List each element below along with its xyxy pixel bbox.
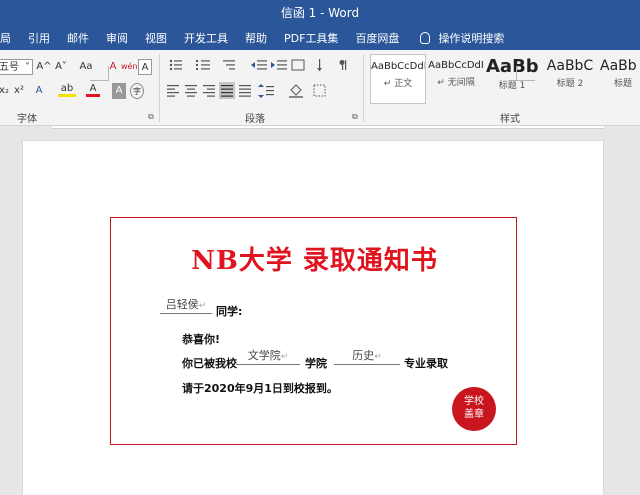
college-suffix: 学院 [305, 357, 327, 370]
character-shading-label: A [115, 85, 123, 96]
menu-review[interactable]: 审阅 [106, 30, 128, 46]
menu-view[interactable]: 视图 [145, 30, 167, 46]
font-color-label: A [89, 83, 97, 94]
enclose-characters-label: 字 [133, 87, 141, 96]
tell-me-search[interactable]: 操作说明搜索 [438, 30, 504, 46]
style-name: ↵ 正文 [383, 79, 413, 89]
superscript-button[interactable]: x² [12, 83, 26, 99]
report-date-line: 请于2020年9月1日到校报到。 [182, 382, 338, 395]
menu-pdf-tools[interactable]: PDF工具集 [284, 30, 338, 46]
styles-group-label: 样式 [500, 114, 520, 125]
major-value: 历史 [352, 349, 375, 362]
style-name: ↵ 无间隔 [437, 78, 475, 88]
greeting-suffix: 同学: [216, 305, 243, 318]
align-left-icon[interactable] [167, 85, 179, 97]
borders-icon[interactable] [313, 84, 326, 97]
menu-help[interactable]: 帮助 [245, 30, 267, 46]
major-field[interactable]: 历史↵ [334, 349, 400, 365]
college-value: 文学院 [247, 349, 281, 362]
align-center-icon[interactable] [185, 85, 197, 97]
character-border-label: A [141, 62, 149, 73]
paragraph-group-label: 段落 [245, 114, 265, 125]
character-shading-button[interactable]: A [112, 83, 126, 99]
notice-title: NB大学 录取通知书 [191, 246, 438, 276]
show-marks-icon[interactable] [339, 60, 347, 70]
subscript-label: x₂ [0, 85, 9, 96]
style-normal[interactable]: AaBbCcDdI ↵ 正文 [370, 54, 426, 104]
increase-indent-icon[interactable] [271, 60, 287, 70]
paragraph-mark: ↵ [280, 352, 289, 362]
multilevel-list-icon[interactable] [223, 60, 235, 70]
numbering-icon[interactable] [196, 60, 210, 70]
grow-font-button[interactable]: A^ [36, 59, 52, 75]
menu-bar: 局 引用 邮件 审阅 视图 开发工具 帮助 PDF工具集 百度网盘 操作说明搜索 [0, 26, 640, 50]
font-size-dropdown[interactable]: 五号 ˅ [0, 59, 33, 75]
phonetic-guide-button[interactable]: wén [121, 59, 138, 75]
highlight-color-button[interactable]: ab [58, 81, 76, 97]
paragraph-tools [167, 59, 347, 99]
text-effects-label: A [35, 85, 43, 96]
font-color-button[interactable]: A [86, 81, 100, 97]
shrink-font-button[interactable]: A˅ [53, 59, 69, 75]
student-name-value: 吕轻侯 [165, 298, 199, 311]
title-bar: 信函 1 - Word [0, 0, 640, 26]
lightbulb-icon [420, 32, 431, 44]
college-field[interactable]: 文学院↵ [236, 349, 300, 365]
text-effects-button[interactable]: A [32, 83, 46, 99]
menu-developer[interactable]: 开发工具 [184, 30, 228, 46]
style-name: 标题 [614, 79, 633, 89]
paragraph-mark: ↵ [198, 301, 207, 311]
chinese-layout-icon[interactable] [291, 59, 305, 71]
ribbon-separator [363, 54, 364, 122]
subscript-button[interactable]: x₂ [0, 83, 10, 99]
superscript-label: x² [14, 85, 24, 96]
chevron-down-icon: ˅ [25, 62, 30, 73]
bullets-icon[interactable] [169, 59, 182, 71]
phonetic-guide-label: wén [121, 62, 138, 71]
paragraph-dialog-launcher-icon[interactable]: ⧉ [352, 112, 358, 122]
distributed-icon[interactable] [239, 85, 251, 97]
shading-icon[interactable] [289, 84, 303, 98]
highlight-color-label: ab [60, 83, 74, 94]
menu-baidu-netdisk[interactable]: 百度网盘 [355, 30, 399, 46]
page-corner-mark [516, 66, 535, 81]
style-title[interactable]: AaBb 标题 [600, 54, 640, 104]
seal-line-1: 学校 [464, 396, 484, 407]
align-right-icon[interactable] [203, 85, 215, 97]
style-no-spacing[interactable]: AaBbCcDdI ↵ 无间隔 [428, 54, 484, 104]
seal-line-2: 盖章 [464, 409, 484, 420]
shrink-font-label: A˅ [55, 61, 67, 72]
character-border-button[interactable]: A [138, 59, 152, 75]
school-seal: 学校 盖章 [452, 387, 496, 431]
style-sample: AaBbCcDdI [428, 60, 484, 71]
page-corner-mark [90, 66, 109, 81]
menu-references[interactable]: 引用 [28, 30, 50, 46]
menu-mailings[interactable]: 邮件 [67, 30, 89, 46]
admit-prefix: 你已被我校 [182, 357, 237, 370]
clear-formatting-label: A [109, 61, 117, 72]
decrease-indent-icon[interactable] [251, 60, 267, 70]
style-name: 标题 2 [556, 79, 584, 89]
style-sample: AaBbCcDdI [371, 61, 425, 72]
style-heading-2[interactable]: AaBbC 标题 2 [542, 54, 598, 104]
ribbon-separator [159, 54, 160, 122]
previous-page-edge [52, 126, 604, 129]
congrats-line: 恭喜你! [182, 333, 221, 346]
enclose-characters-button[interactable]: 字 [130, 83, 144, 99]
font-group-label: 字体 [17, 114, 37, 125]
style-sample: AaBb [600, 58, 637, 74]
major-suffix: 专业录取 [404, 357, 448, 370]
paragraph-mark: ↵ [374, 352, 382, 362]
line-spacing-icon[interactable] [258, 84, 274, 98]
grow-font-label: A^ [36, 61, 52, 72]
font-size-value: 五号 [0, 62, 19, 73]
sort-icon[interactable] [317, 59, 322, 71]
student-name-field[interactable]: 吕轻侯↵ [160, 298, 212, 314]
ribbon: 五号 ˅ A^ A˅ Aa A wén A x₂ x² A ab A A 字 字… [0, 50, 640, 126]
window-title: 信函 1 - Word [280, 6, 360, 20]
style-sample: AaBbC [546, 58, 594, 74]
font-dialog-launcher-icon[interactable]: ⧉ [148, 112, 154, 122]
menu-layout[interactable]: 局 [0, 30, 11, 46]
